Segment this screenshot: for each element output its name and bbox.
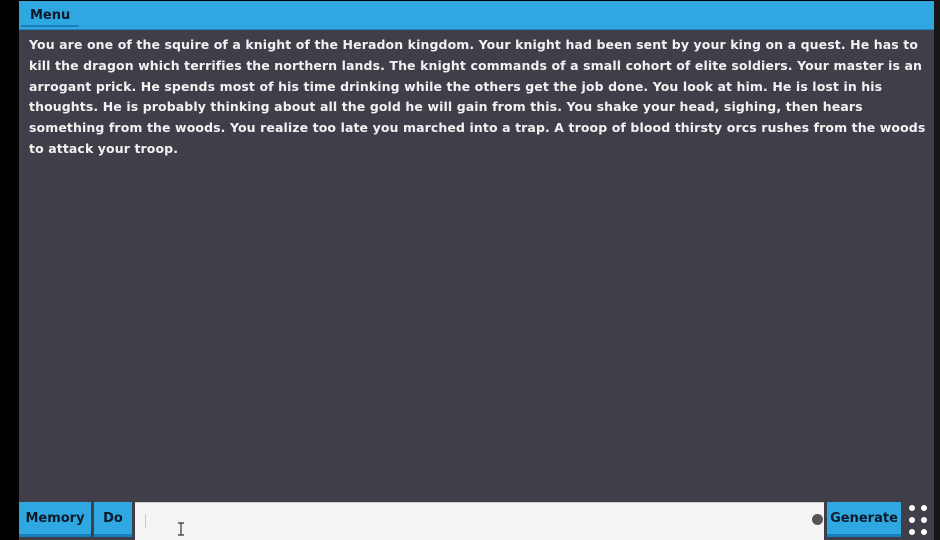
top-bar: Menu [19, 1, 934, 30]
left-border [0, 0, 19, 540]
grid-dots-icon[interactable] [904, 502, 932, 538]
action-input-area[interactable] [135, 502, 824, 540]
text-caret-icon [145, 514, 146, 528]
game-window: Menu You are one of the squire of a knig… [19, 1, 934, 540]
action-input[interactable] [135, 503, 805, 539]
dot-indicator-icon [812, 514, 823, 525]
menu-button[interactable]: Menu [21, 4, 80, 27]
memory-button[interactable]: Memory [19, 502, 91, 537]
right-border [934, 0, 940, 540]
generate-button[interactable]: Generate [827, 502, 901, 537]
text-cursor-icon [178, 522, 184, 536]
do-button[interactable]: Do [94, 502, 132, 537]
story-text: You are one of the squire of a knight of… [29, 37, 926, 156]
action-bar: Memory Do Generate [19, 502, 934, 540]
